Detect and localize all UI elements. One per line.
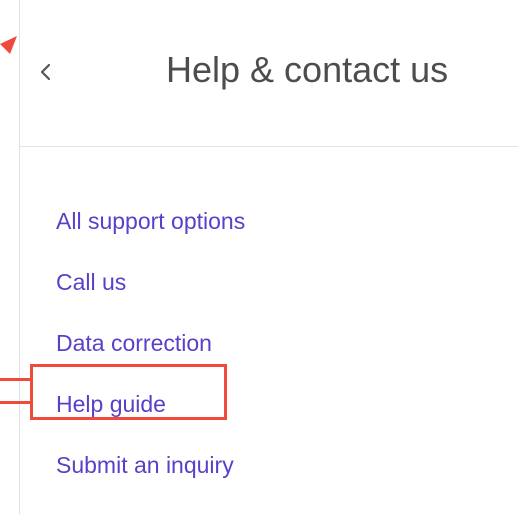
annotation-arrow-icon bbox=[0, 36, 17, 54]
list-item: Submit an inquiry bbox=[56, 442, 245, 503]
help-guide-highlight bbox=[30, 364, 227, 420]
header-divider bbox=[20, 146, 518, 147]
list-item: Call us bbox=[56, 259, 245, 320]
page-title: Help & contact us bbox=[166, 49, 449, 90]
support-links-list: All support options Call us Data correct… bbox=[56, 198, 245, 503]
all-support-options-link[interactable]: All support options bbox=[56, 208, 245, 234]
list-item: All support options bbox=[56, 198, 245, 259]
help-contact-panel: Help & contact us All support options Ca… bbox=[0, 0, 518, 514]
call-us-link[interactable]: Call us bbox=[56, 269, 126, 295]
back-button[interactable] bbox=[32, 54, 60, 90]
annotation-connector bbox=[0, 378, 30, 404]
chevron-left-icon bbox=[40, 63, 51, 81]
data-correction-link[interactable]: Data correction bbox=[56, 330, 212, 356]
panel-header: Help & contact us bbox=[20, 0, 518, 146]
submit-inquiry-link[interactable]: Submit an inquiry bbox=[56, 452, 234, 478]
